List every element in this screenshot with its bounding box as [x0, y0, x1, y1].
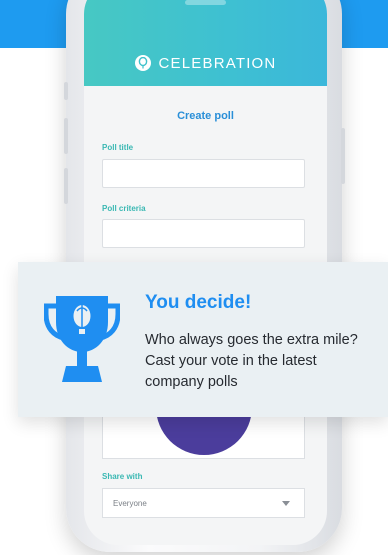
phone-volume-down — [64, 168, 68, 204]
phone-power-button — [341, 128, 345, 184]
share-with-value: Everyone — [113, 498, 147, 508]
promo-card: You decide! Who always goes the extra mi… — [18, 262, 388, 417]
poll-criteria-label: Poll criteria — [102, 204, 146, 213]
brand-name: CELEBRATION — [158, 54, 277, 72]
poll-title-input[interactable] — [102, 159, 305, 188]
trophy-icon — [43, 292, 121, 393]
phone-notch — [185, 0, 226, 5]
promo-heading: You decide! — [145, 292, 252, 313]
share-with-select[interactable]: Everyone — [102, 488, 305, 518]
form-title: Create poll — [177, 110, 234, 122]
chevron-down-icon — [282, 501, 290, 506]
brand: CELEBRATION — [84, 52, 327, 74]
poll-title-label: Poll title — [102, 143, 134, 152]
share-with-label: Share with — [102, 472, 143, 481]
promo-body: Who always goes the extra mile? Cast you… — [145, 332, 358, 390]
phone-volume-up — [64, 118, 68, 154]
app-header: CELEBRATION — [84, 0, 327, 86]
poll-criteria-input[interactable] — [102, 219, 305, 248]
balloon-logo-icon — [134, 55, 151, 71]
phone-mute-switch — [64, 82, 68, 100]
